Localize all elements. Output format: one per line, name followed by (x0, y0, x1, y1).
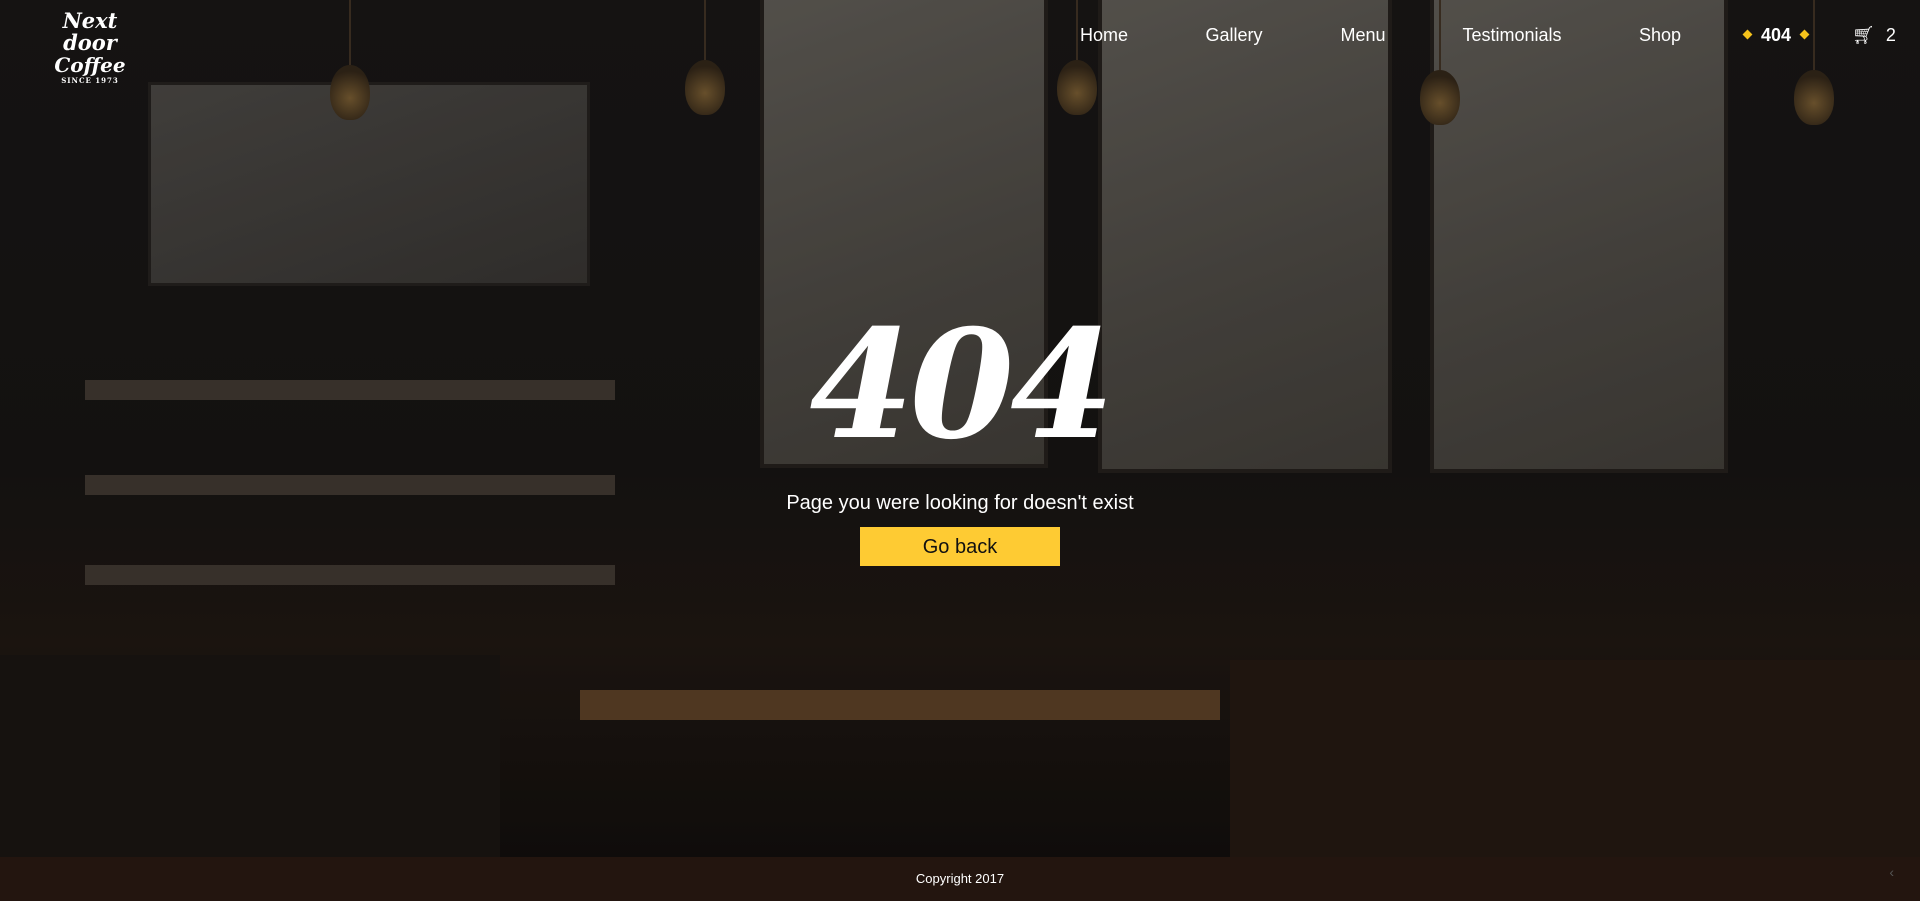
diamond-icon (1742, 29, 1753, 40)
copyright: Copyright 2017 (915, 871, 1005, 886)
cart-icon: 🛒︎ (1852, 25, 1875, 45)
main-nav: Home Gallery Menu Testimonials Shop 404 (0, 25, 1920, 51)
nav-menu[interactable]: Menu (1340, 25, 1385, 46)
go-back-button[interactable]: Go back (860, 527, 1060, 566)
error-section: 404 Page you were looking for doesn't ex… (0, 310, 1920, 566)
nav-gallery[interactable]: Gallery (1205, 25, 1262, 46)
nav-testimonials[interactable]: Testimonials (1462, 25, 1561, 46)
nav-404-active[interactable]: 404 (1734, 25, 1818, 46)
nav-shop[interactable]: Shop (1639, 25, 1681, 46)
cart-button[interactable]: 🛒︎ 2 (1852, 25, 1896, 46)
cart-count: 2 (1885, 25, 1896, 45)
scroll-top-icon[interactable]: ‹ (1889, 864, 1894, 880)
error-message: Page you were looking for doesn't exist (786, 492, 1134, 514)
diamond-icon (1799, 29, 1810, 40)
footer: Copyright 2017 (0, 857, 1920, 901)
nav-home[interactable]: Home (1080, 25, 1128, 46)
error-code: 404 (809, 297, 1114, 473)
